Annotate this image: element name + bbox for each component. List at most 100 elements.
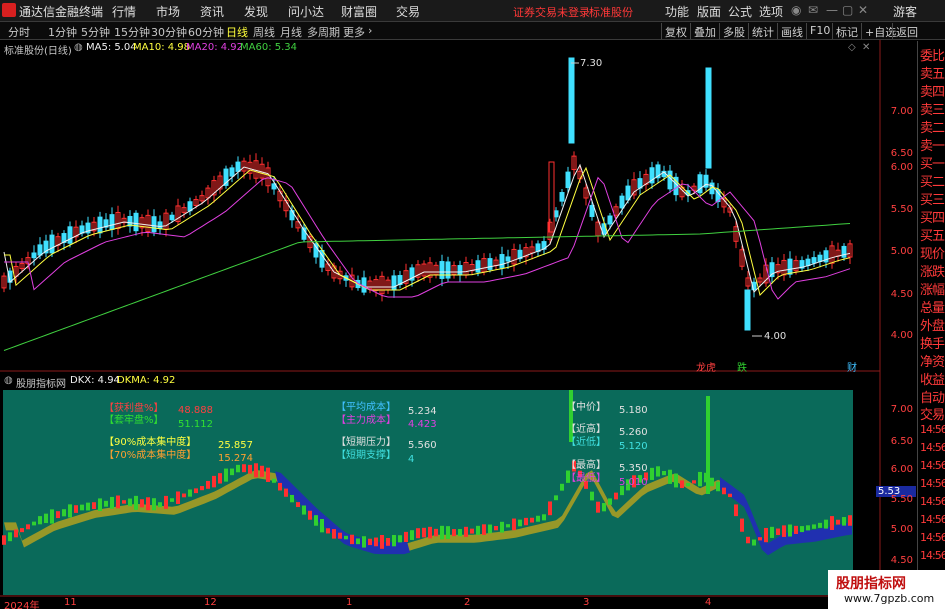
sub-candle bbox=[206, 480, 210, 489]
sub-candle bbox=[170, 498, 174, 502]
sub-candle bbox=[848, 515, 852, 526]
sub-candle bbox=[104, 500, 108, 507]
sub-candle bbox=[788, 524, 792, 537]
sub-candle bbox=[176, 491, 180, 504]
sub-candle bbox=[608, 498, 612, 505]
near-low-value: 5.120 bbox=[619, 441, 648, 452]
dragon-tiger-marker[interactable]: 龙虎 bbox=[696, 359, 716, 374]
ma10-line bbox=[4, 166, 851, 296]
mid-price-value: 5.180 bbox=[619, 405, 648, 416]
panel-item-12: 涨跌 bbox=[920, 265, 945, 280]
sub-candle bbox=[308, 510, 312, 520]
sub-candle bbox=[650, 467, 654, 480]
sub-candle bbox=[698, 471, 702, 487]
sub-candle bbox=[692, 480, 696, 484]
sub-candle bbox=[560, 483, 564, 491]
panel-item-17: 净资 bbox=[920, 355, 945, 370]
sub-candle bbox=[20, 528, 24, 533]
sub-y-tick-700: 7.00 bbox=[890, 404, 913, 415]
high-price-label: 7.30 bbox=[580, 58, 603, 69]
drop-marker[interactable]: 跌 bbox=[737, 359, 747, 374]
lowest-label: 【最低】 bbox=[566, 473, 606, 484]
near-low-label: 【近低】 bbox=[566, 437, 606, 448]
sub-candle bbox=[722, 487, 726, 495]
short-support-value: 4 bbox=[408, 454, 415, 465]
current-price-label: 5.53 bbox=[878, 486, 901, 497]
panel-bottom-7: 14:56 bbox=[920, 513, 945, 526]
sub-candle bbox=[350, 534, 354, 545]
profit-pct-value: 48.888 bbox=[178, 405, 213, 416]
finance-marker[interactable]: 财 bbox=[847, 359, 857, 374]
kline-chart[interactable] bbox=[0, 0, 945, 609]
sub-candle bbox=[32, 521, 36, 526]
watermark: 股朋指标网 www.7gpzb.com bbox=[828, 570, 945, 609]
y-tick-400: 4.00 bbox=[890, 330, 913, 341]
panel-bottom-1[interactable]: 交易 bbox=[920, 404, 945, 423]
sub-candle bbox=[416, 528, 420, 539]
panel-item-8: 买三 bbox=[920, 193, 945, 208]
panel-bottom-2: 14:56 bbox=[920, 423, 945, 436]
sub-candle bbox=[812, 524, 816, 529]
sub-candle bbox=[686, 483, 690, 487]
sub-candle bbox=[392, 535, 396, 547]
sub-candle bbox=[38, 516, 42, 525]
sub-candle bbox=[662, 470, 666, 476]
sub-y-tick-650: 6.50 bbox=[890, 436, 913, 447]
x-tick-1: 1 bbox=[346, 597, 353, 608]
sub-candle bbox=[380, 534, 384, 549]
sub-candle bbox=[590, 491, 594, 501]
panel-item-0: 委比 bbox=[920, 49, 945, 64]
trapped-pct-value: 51.112 bbox=[178, 419, 213, 430]
main-spike-candle bbox=[744, 289, 751, 331]
y-tick-700: 7.00 bbox=[890, 106, 913, 117]
sub-candle bbox=[326, 528, 330, 534]
sub-candle bbox=[14, 529, 18, 538]
panel-item-11: 现价 bbox=[920, 247, 945, 262]
sub-candle bbox=[764, 527, 768, 543]
main-spike-candle bbox=[568, 57, 575, 144]
sub-candle bbox=[512, 518, 516, 531]
ma-lines bbox=[3, 163, 851, 351]
panel-bottom-6: 14:56 bbox=[920, 495, 945, 508]
sub-candle bbox=[44, 513, 48, 524]
sub-candle bbox=[140, 499, 144, 508]
sub-candle bbox=[374, 537, 378, 547]
sub-candle bbox=[542, 514, 546, 521]
x-tick-12: 12 bbox=[204, 597, 217, 608]
sub-candle bbox=[554, 495, 558, 501]
panel-item-6: 买一 bbox=[920, 157, 945, 172]
sub-candle bbox=[56, 511, 60, 519]
sub-candle bbox=[158, 502, 162, 508]
sub-candle bbox=[824, 519, 828, 529]
watermark-url: www.7gpzb.com bbox=[844, 592, 935, 605]
x-tick-4: 4 bbox=[705, 597, 712, 608]
sub-candle bbox=[50, 509, 54, 524]
sub-candle bbox=[710, 477, 714, 487]
sub-candle bbox=[818, 522, 822, 528]
sub-spike-green bbox=[706, 396, 710, 494]
sub-y-tick-450: 4.50 bbox=[890, 555, 913, 566]
quote-side-panel: 委比 卖五 卖四 卖三 卖二 卖一 买一 买二 买三 买四 买五 现价 涨跌 涨… bbox=[917, 41, 945, 609]
sub-y-tick-600: 6.00 bbox=[890, 464, 913, 475]
sub-candle bbox=[290, 494, 294, 503]
sub-candle bbox=[830, 516, 834, 530]
sub-candle bbox=[26, 524, 30, 530]
sub-candle bbox=[230, 468, 234, 476]
sub-candle bbox=[122, 500, 126, 504]
ma20-line bbox=[4, 176, 851, 300]
sub-candle bbox=[410, 530, 414, 540]
sub-candle bbox=[458, 529, 462, 537]
main-cost-label: 【主力成本】 bbox=[336, 415, 396, 426]
lowest-value: 5.010 bbox=[619, 477, 648, 488]
highest-value: 5.350 bbox=[619, 463, 648, 474]
sub-candle bbox=[494, 525, 498, 531]
y-tick-600: 6.00 bbox=[890, 162, 913, 173]
panel-bottom-4: 14:56 bbox=[920, 459, 945, 472]
conc70-value: 15.274 bbox=[218, 453, 253, 464]
sub-candle bbox=[62, 509, 66, 517]
panel-item-7: 买二 bbox=[920, 175, 945, 190]
panel-item-15: 外盘 bbox=[920, 319, 945, 334]
y-tick-650: 6.50 bbox=[890, 148, 913, 159]
sub-candle bbox=[194, 488, 198, 494]
sub-candle bbox=[794, 525, 798, 534]
